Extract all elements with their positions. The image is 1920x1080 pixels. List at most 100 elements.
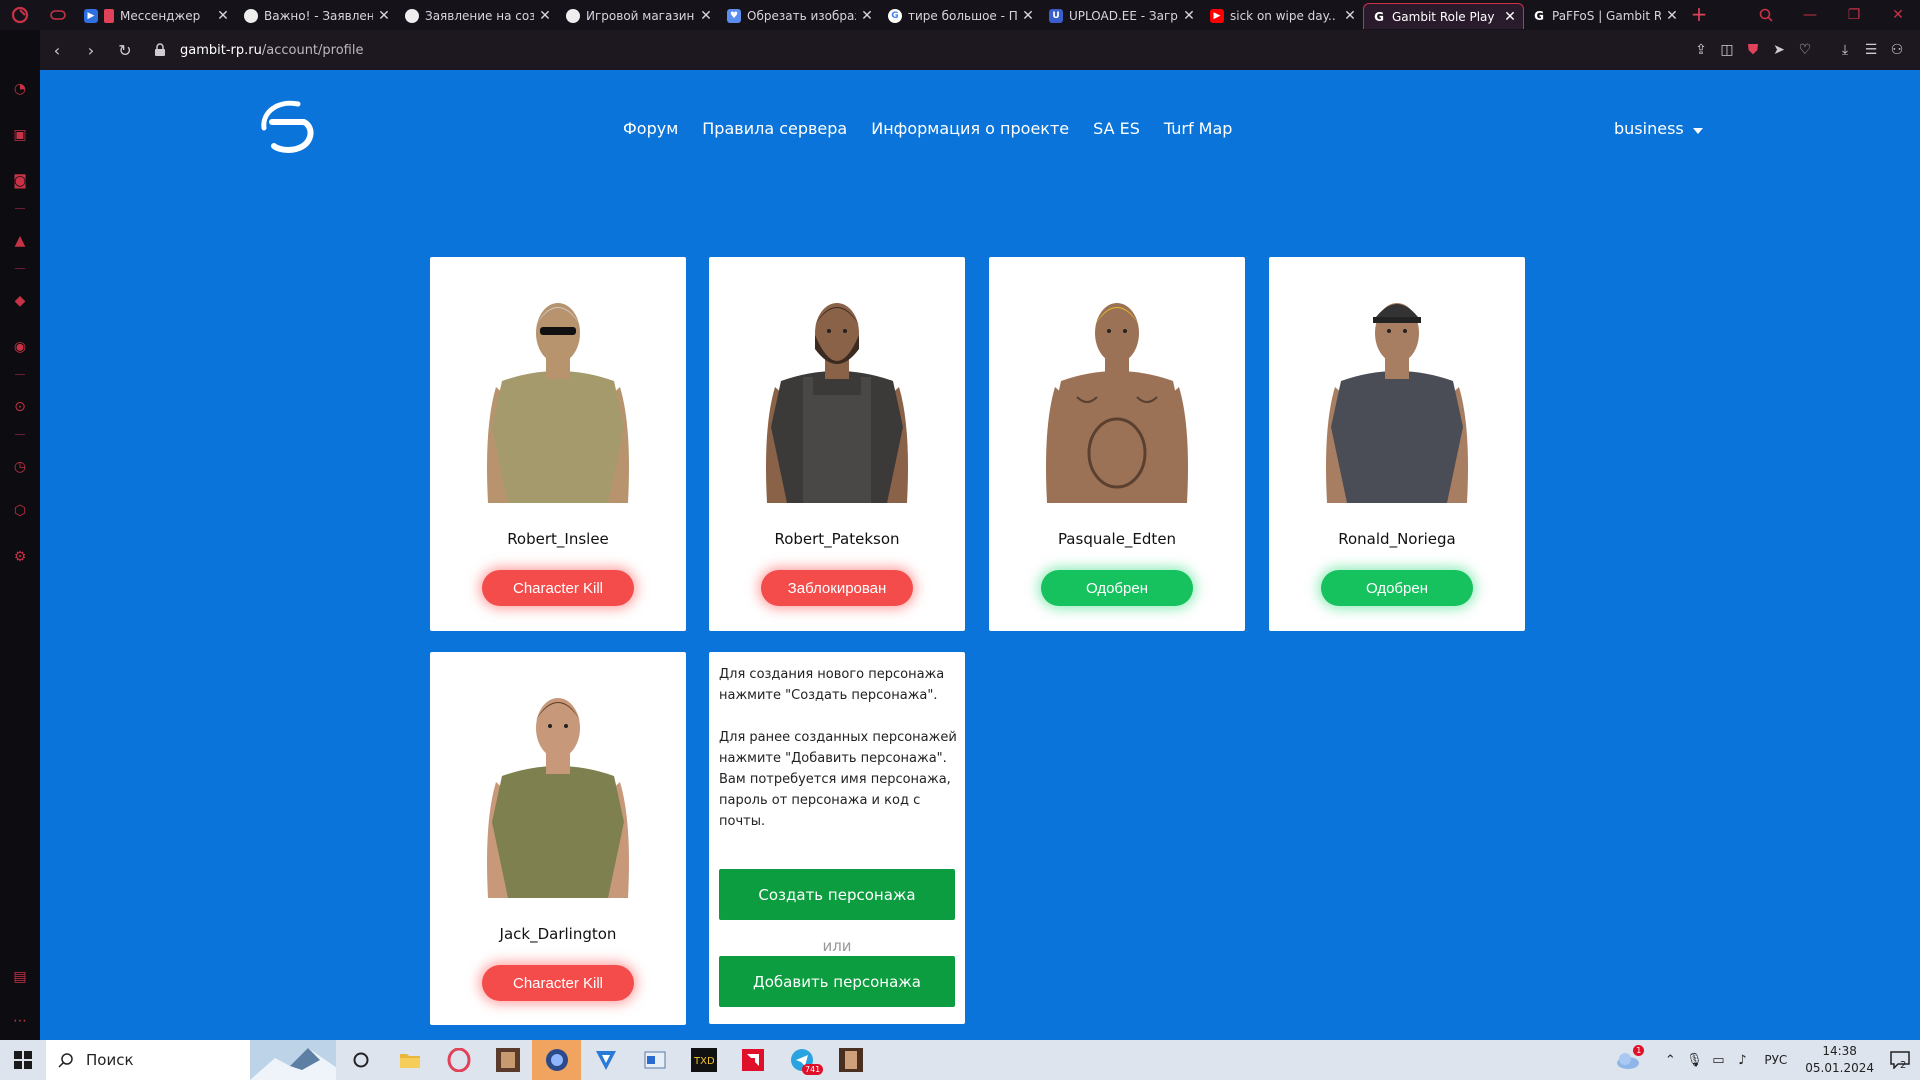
weather-icon[interactable]: 1 bbox=[1610, 1040, 1646, 1080]
status-button[interactable]: Заблокирован bbox=[761, 570, 913, 606]
add-character-button[interactable]: Добавить персонажа bbox=[719, 956, 955, 1007]
game-app-icon[interactable] bbox=[483, 1040, 532, 1080]
browser-tab[interactable]: Игровой магазин ✕ bbox=[558, 3, 719, 29]
status-button[interactable]: Character Kill bbox=[482, 570, 634, 606]
network-icon[interactable]: ▭ bbox=[1706, 1040, 1730, 1080]
browser-tab[interactable]: G PaFFoS | Gambit Rol ✕ bbox=[1524, 3, 1685, 29]
show-hidden-icons-icon[interactable]: ⌃ bbox=[1658, 1040, 1682, 1080]
user-menu[interactable]: business bbox=[1614, 119, 1703, 138]
back-icon[interactable]: ‹ bbox=[40, 30, 74, 70]
browser-tab[interactable]: Важно! - Заявление ✕ bbox=[236, 3, 397, 29]
shopping-bag-icon[interactable]: ▣ bbox=[9, 124, 31, 146]
game-app-icon[interactable] bbox=[826, 1040, 875, 1080]
txd-app-icon[interactable]: TXD bbox=[679, 1040, 728, 1080]
more-icon[interactable]: ⋯ bbox=[9, 1010, 31, 1032]
camera-icon[interactable]: ◫ bbox=[1714, 30, 1740, 70]
restore-icon[interactable]: ❐ bbox=[1832, 0, 1876, 30]
speed-dial-icon[interactable]: ◔ bbox=[9, 78, 31, 100]
nav-rules-link[interactable]: Правила сервера bbox=[702, 119, 847, 138]
tab-close-icon[interactable]: ✕ bbox=[1021, 9, 1035, 23]
new-tab-icon[interactable]: + bbox=[1685, 0, 1713, 30]
tab-close-icon[interactable]: ✕ bbox=[538, 9, 552, 23]
tab-title: Мессенджер bbox=[120, 9, 201, 23]
tab-close-icon[interactable]: ✕ bbox=[1503, 10, 1517, 24]
create-character-button[interactable]: Создать персонажа bbox=[719, 869, 955, 920]
character-card[interactable]: Jack_Darlington Character Kill bbox=[430, 652, 686, 1025]
nav-sa-es-link[interactable]: SA ES bbox=[1093, 119, 1140, 138]
amd-app-icon[interactable] bbox=[728, 1040, 777, 1080]
tab-close-icon[interactable]: ✕ bbox=[699, 9, 713, 23]
browser-tab-strip: ▶ Мессенджер ✕ Важно! - Заявление ✕ Заяв… bbox=[0, 0, 1920, 30]
easy-setup-icon[interactable]: ☰ bbox=[1858, 30, 1884, 70]
tab-muted-icon[interactable] bbox=[104, 9, 114, 23]
close-window-icon[interactable]: ✕ bbox=[1876, 0, 1920, 30]
vpn-app-icon[interactable] bbox=[581, 1040, 630, 1080]
tab-close-icon[interactable]: ✕ bbox=[1665, 9, 1679, 23]
bookmark-heart-icon[interactable]: ♡ bbox=[1792, 30, 1818, 70]
status-button[interactable]: Character Kill bbox=[482, 965, 634, 1001]
tab-title: Важно! - Заявление bbox=[264, 9, 373, 23]
volume-icon[interactable]: ♪ bbox=[1730, 1040, 1754, 1080]
notifications-icon[interactable]: 2 bbox=[1888, 1040, 1912, 1080]
character-avatar bbox=[487, 303, 629, 503]
browser-tab[interactable]: U UPLOAD.EE - Загру ✕ bbox=[1041, 3, 1202, 29]
adblock-shield-icon[interactable]: ⛊ bbox=[1740, 30, 1766, 70]
send-icon[interactable]: ➤ bbox=[1766, 30, 1792, 70]
wallpaper-icon[interactable]: ▤ bbox=[9, 966, 31, 988]
browser-tab[interactable]: Заявление на созд ✕ bbox=[397, 3, 558, 29]
file-explorer-icon[interactable] bbox=[385, 1040, 434, 1080]
tab-close-icon[interactable]: ✕ bbox=[860, 9, 874, 23]
minimize-icon[interactable]: — bbox=[1788, 0, 1832, 30]
character-card[interactable]: Robert_Patekson Заблокирован bbox=[709, 257, 965, 631]
opera-gx-taskbar-icon[interactable] bbox=[434, 1040, 483, 1080]
character-name: Pasquale_Edten bbox=[1057, 530, 1177, 548]
tab-close-icon[interactable]: ✕ bbox=[377, 9, 391, 23]
history-icon[interactable]: ◷ bbox=[9, 456, 31, 478]
browser-tab[interactable]: G тире большое - По ✕ bbox=[880, 3, 1041, 29]
status-button[interactable]: Одобрен bbox=[1321, 570, 1473, 606]
nav-turf-map-link[interactable]: Turf Map bbox=[1164, 119, 1233, 138]
instagram-icon[interactable]: ◙ bbox=[9, 170, 31, 192]
gamepad-icon[interactable] bbox=[40, 0, 76, 30]
tab-title: sick on wipe day.. e bbox=[1230, 9, 1339, 23]
clock-time: 14:38 bbox=[1822, 1044, 1857, 1058]
url-field[interactable]: gambit-rp.ru/account/profile bbox=[152, 42, 363, 58]
character-card[interactable]: Robert_Inslee Character Kill bbox=[430, 257, 686, 631]
gambit-logo-icon[interactable] bbox=[258, 98, 320, 156]
extensions-cube-icon[interactable]: ⬡ bbox=[9, 500, 31, 522]
download-icon[interactable]: ⤓ bbox=[1832, 30, 1858, 70]
character-card[interactable]: Pasquale_Edten Одобрен bbox=[989, 257, 1245, 631]
browser-tab[interactable]: ▶ Мессенджер ✕ bbox=[76, 3, 236, 29]
settings-gear-icon[interactable]: ⚙ bbox=[9, 546, 31, 568]
vk-icon[interactable]: ◆ bbox=[9, 290, 31, 312]
browser-tab[interactable]: ♥ Обрезать изображ ✕ bbox=[719, 3, 880, 29]
clock[interactable]: 14:38 05.01.2024 bbox=[1805, 1043, 1874, 1077]
nav-info-link[interactable]: Информация о проекте bbox=[871, 119, 1069, 138]
window-app-icon[interactable] bbox=[630, 1040, 679, 1080]
discord-icon[interactable]: ◉ bbox=[9, 336, 31, 358]
status-button[interactable]: Одобрен bbox=[1041, 570, 1193, 606]
reload-icon[interactable]: ↻ bbox=[108, 30, 142, 70]
browser-tab-active[interactable]: G Gambit Role Play - Г ✕ bbox=[1363, 3, 1524, 29]
forward-icon[interactable]: › bbox=[74, 30, 108, 70]
tab-search-icon[interactable] bbox=[1744, 0, 1788, 30]
task-view-icon[interactable] bbox=[336, 1040, 385, 1080]
taskbar-search[interactable]: Поиск bbox=[46, 1040, 336, 1080]
player-icon[interactable]: ⊙ bbox=[9, 396, 31, 418]
language-indicator[interactable]: РУС bbox=[1764, 1053, 1787, 1067]
tab-close-icon[interactable]: ✕ bbox=[1343, 9, 1357, 23]
telegram-icon[interactable]: 741 bbox=[777, 1040, 826, 1080]
profile-icon[interactable]: ⚇ bbox=[1884, 30, 1910, 70]
browser-tab[interactable]: ▶ sick on wipe day.. e ✕ bbox=[1202, 3, 1363, 29]
launcher-app-icon[interactable] bbox=[532, 1040, 581, 1080]
windows-start-icon[interactable] bbox=[0, 1040, 46, 1080]
tab-close-icon[interactable]: ✕ bbox=[216, 9, 230, 23]
aria-icon[interactable]: ▲ bbox=[9, 230, 31, 252]
tab-close-icon[interactable]: ✕ bbox=[1182, 9, 1196, 23]
opera-gx-logo-icon[interactable] bbox=[0, 0, 40, 30]
microphone-icon[interactable]: 🎙 bbox=[1682, 1040, 1706, 1080]
share-icon[interactable]: ⇪ bbox=[1688, 30, 1714, 70]
character-avatar bbox=[487, 698, 629, 898]
nav-forum-link[interactable]: Форум bbox=[623, 119, 678, 138]
character-card[interactable]: Ronald_Noriega Одобрен bbox=[1269, 257, 1525, 631]
